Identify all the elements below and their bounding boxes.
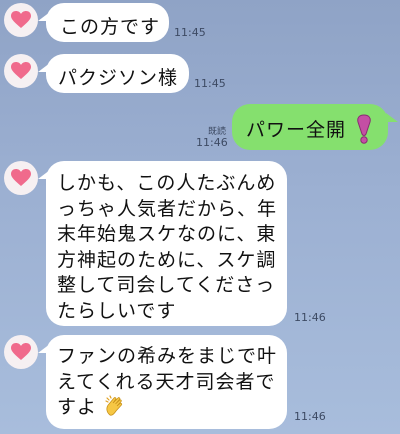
message-time: 11:46	[294, 311, 326, 324]
message-bubble[interactable]: ファンの希みをまじで叶 えてくれる天才司会者で すよ	[46, 335, 287, 429]
message-bubble[interactable]: しかも、この人たぶんめ っちゃ人気者だから、年 末年始鬼スケなのに、東 方神起の…	[46, 161, 287, 326]
avatar[interactable]	[4, 3, 38, 37]
message-line: しかも、この人たぶんめ	[57, 172, 277, 194]
message-line: えてくれる天才司会者で	[57, 370, 276, 393]
message-time: 11:45	[194, 77, 226, 90]
message-bubble[interactable]: パワー全開	[232, 104, 388, 150]
exclamation-icon	[357, 113, 371, 144]
message-bubble[interactable]: この方です	[46, 3, 169, 42]
heart-icon	[11, 11, 31, 28]
message-line: 末年始鬼スケなのに、東	[57, 223, 277, 245]
heart-icon	[11, 169, 31, 186]
message-text: パワー全開	[246, 119, 347, 141]
message-text: パクジソン様	[58, 67, 179, 89]
message-time: 11:45	[174, 26, 206, 39]
message-line: 整して司会してくださっ	[57, 274, 276, 296]
avatar[interactable]	[4, 335, 38, 369]
message-line: 方神起のために、スケ調	[57, 248, 277, 271]
message-text: この方です	[60, 16, 161, 38]
message-line: ファンの希みをまじで叶	[57, 345, 278, 367]
heart-icon	[11, 343, 31, 360]
heart-icon	[11, 62, 31, 79]
bubble-tail	[386, 113, 398, 122]
message-line: すよ	[57, 396, 98, 418]
message-time: 11:46	[196, 136, 228, 149]
message-bubble[interactable]: パクジソン様	[46, 54, 189, 93]
avatar[interactable]	[4, 54, 38, 88]
clapping-hands-icon	[105, 394, 123, 416]
message-time: 11:46	[294, 410, 326, 423]
avatar[interactable]	[4, 161, 38, 195]
message-line: たらしいです	[57, 299, 177, 322]
message-line: っちゃ人気者だから、年	[57, 197, 278, 220]
